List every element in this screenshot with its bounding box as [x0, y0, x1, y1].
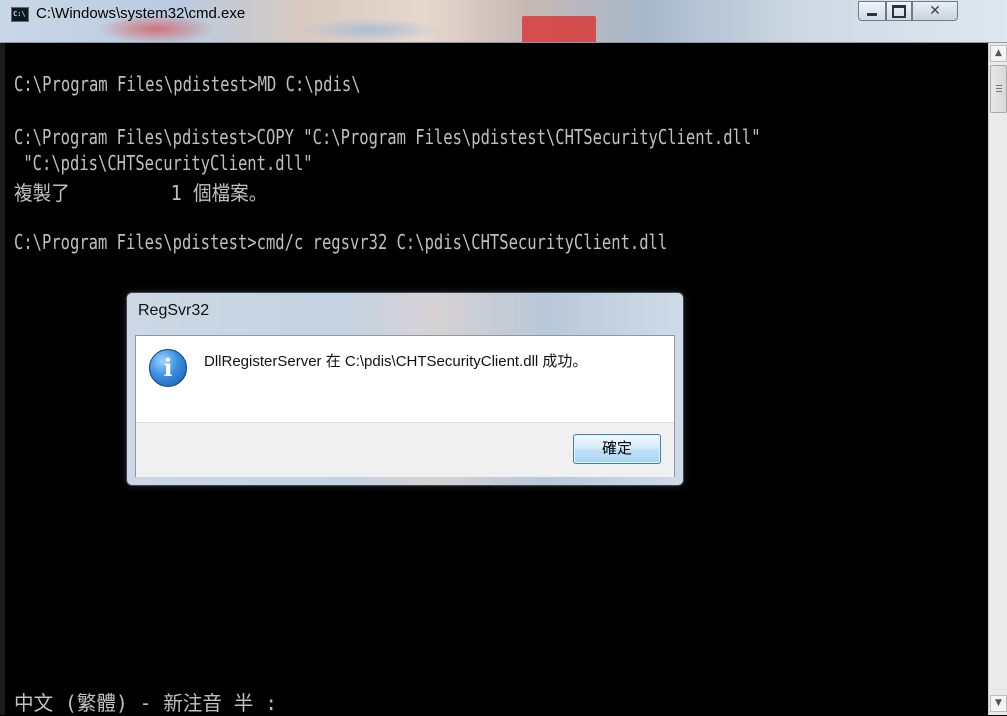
console-line: C:\Program Files\pdistest>MD C:\pdis\ [14, 72, 361, 96]
scroll-up-button[interactable]: ▲ [990, 45, 1007, 62]
dialog-message: DllRegisterServer 在 C:\pdis\CHTSecurityC… [204, 353, 588, 370]
console-line: 複製了 1 個檔案。 [14, 181, 268, 205]
minimize-icon [867, 13, 877, 16]
arrow-up-icon: ▲ [995, 48, 1002, 58]
arrow-down-icon: ▼ [995, 698, 1002, 708]
maximize-button[interactable] [886, 1, 912, 21]
ime-status: 中文 (繁體) - 新注音 半 : [14, 691, 278, 715]
regsvr32-dialog[interactable]: RegSvr32 i DllRegisterServer 在 C:\pdis\C… [126, 292, 684, 486]
maximize-icon [892, 4, 906, 18]
console-line: C:\Program Files\pdistest>COPY "C:\Progr… [14, 125, 761, 149]
dialog-footer: 確定 [136, 422, 674, 477]
info-icon: i [149, 349, 187, 387]
scrollbar-thumb[interactable] [990, 65, 1007, 113]
window-title: C:\Windows\system32\cmd.exe [36, 5, 246, 22]
ok-button[interactable]: 確定 [573, 434, 661, 464]
minimize-button[interactable] [858, 1, 886, 21]
close-icon: ✕ [929, 3, 941, 19]
title-bar[interactable]: C:\ C:\Windows\system32\cmd.exe ✕ [0, 0, 1007, 44]
close-button[interactable]: ✕ [912, 1, 958, 21]
dialog-body: i DllRegisterServer 在 C:\pdis\CHTSecurit… [135, 335, 675, 477]
background-blur [522, 16, 596, 42]
background-blur [300, 18, 440, 42]
vertical-scrollbar[interactable]: ▲ ▼ [988, 43, 1007, 715]
scroll-down-button[interactable]: ▼ [990, 695, 1007, 712]
dialog-title: RegSvr32 [138, 302, 210, 319]
console-line: C:\Program Files\pdistest>cmd/c regsvr32… [14, 230, 668, 254]
console-line: "C:\pdis\CHTSecurityClient.dll" [14, 151, 313, 175]
grip-icon [996, 85, 1002, 86]
cmd-icon[interactable]: C:\ [11, 7, 29, 22]
